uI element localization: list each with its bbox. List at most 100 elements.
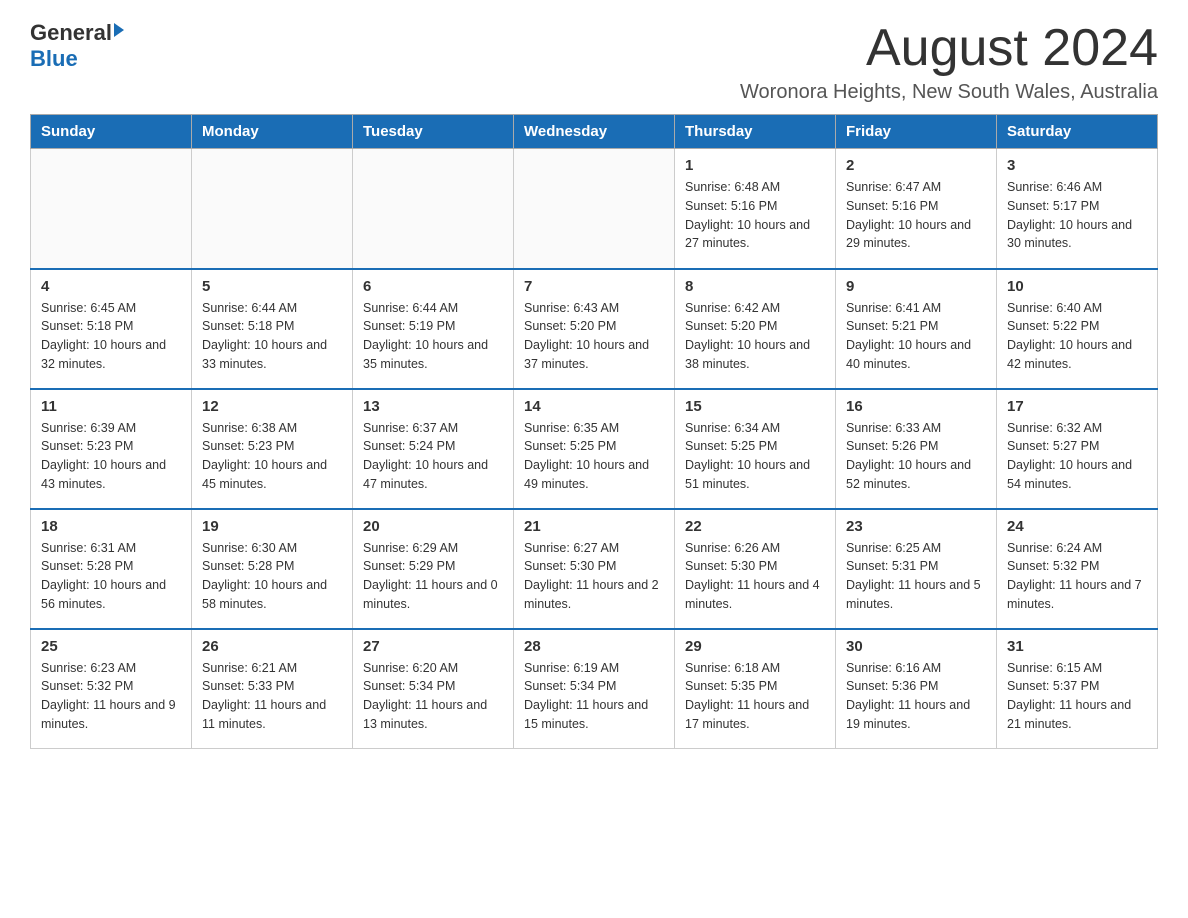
calendar-cell: 25Sunrise: 6:23 AMSunset: 5:32 PMDayligh… <box>31 629 192 749</box>
day-info: Sunrise: 6:20 AMSunset: 5:34 PMDaylight:… <box>363 659 503 734</box>
day-number: 11 <box>41 398 181 415</box>
day-number: 20 <box>363 518 503 535</box>
day-info: Sunrise: 6:31 AMSunset: 5:28 PMDaylight:… <box>41 539 181 614</box>
day-info: Sunrise: 6:27 AMSunset: 5:30 PMDaylight:… <box>524 539 664 614</box>
day-number: 16 <box>846 398 986 415</box>
day-number: 3 <box>1007 157 1147 174</box>
day-info: Sunrise: 6:40 AMSunset: 5:22 PMDaylight:… <box>1007 299 1147 374</box>
day-info: Sunrise: 6:41 AMSunset: 5:21 PMDaylight:… <box>846 299 986 374</box>
col-tuesday: Tuesday <box>353 115 514 149</box>
day-number: 6 <box>363 278 503 295</box>
calendar-cell: 11 Sunrise: 6:39 AMSunset: 5:23 PMDayligh… <box>31 389 192 509</box>
calendar-cell: 5Sunrise: 6:44 AMSunset: 5:18 PMDaylight… <box>192 269 353 389</box>
day-info: Sunrise: 6:47 AMSunset: 5:16 PMDaylight:… <box>846 178 986 253</box>
col-thursday: Thursday <box>675 115 836 149</box>
month-title: August 2024 <box>740 20 1158 77</box>
calendar-cell: 18 Sunrise: 6:31 AMSunset: 5:28 PMDayligh… <box>31 509 192 629</box>
day-number: 15 <box>685 398 825 415</box>
calendar-cell: 12Sunrise: 6:38 AMSunset: 5:23 PMDayligh… <box>192 389 353 509</box>
title-area: August 2024 Woronora Heights, New South … <box>740 20 1158 104</box>
calendar-cell: 7 Sunrise: 6:43 AMSunset: 5:20 PMDaylight… <box>514 269 675 389</box>
calendar-cell: 10 Sunrise: 6:40 AMSunset: 5:22 PMDayligh… <box>997 269 1158 389</box>
calendar-cell: 21 Sunrise: 6:27 AMSunset: 5:30 PMDayligh… <box>514 509 675 629</box>
day-info: Sunrise: 6:44 AMSunset: 5:19 PMDaylight:… <box>363 299 503 374</box>
day-info: Sunrise: 6:43 AMSunset: 5:20 PMDaylight:… <box>524 299 664 374</box>
day-number: 17 <box>1007 398 1147 415</box>
col-saturday: Saturday <box>997 115 1158 149</box>
calendar-cell: 14Sunrise: 6:35 AMSunset: 5:25 PMDayligh… <box>514 389 675 509</box>
day-info: Sunrise: 6:19 AMSunset: 5:34 PMDaylight:… <box>524 659 664 734</box>
day-info: Sunrise: 6:42 AMSunset: 5:20 PMDaylight:… <box>685 299 825 374</box>
day-number: 1 <box>685 157 825 174</box>
calendar-week-row: 25Sunrise: 6:23 AMSunset: 5:32 PMDayligh… <box>31 629 1158 749</box>
day-info: Sunrise: 6:29 AMSunset: 5:29 PMDaylight:… <box>363 539 503 614</box>
calendar-cell: 8 Sunrise: 6:42 AMSunset: 5:20 PMDaylight… <box>675 269 836 389</box>
page-header: General Blue August 2024 Woronora Height… <box>30 20 1158 104</box>
day-number: 26 <box>202 638 342 655</box>
day-number: 24 <box>1007 518 1147 535</box>
calendar-cell <box>31 149 192 269</box>
calendar-cell: 6 Sunrise: 6:44 AMSunset: 5:19 PMDaylight… <box>353 269 514 389</box>
day-number: 23 <box>846 518 986 535</box>
calendar-week-row: 1 Sunrise: 6:48 AMSunset: 5:16 PMDaylight… <box>31 149 1158 269</box>
calendar-cell: 31 Sunrise: 6:15 AMSunset: 5:37 PMDayligh… <box>997 629 1158 749</box>
day-info: Sunrise: 6:34 AMSunset: 5:25 PMDaylight:… <box>685 419 825 494</box>
day-info: Sunrise: 6:39 AMSunset: 5:23 PMDaylight:… <box>41 419 181 494</box>
calendar-week-row: 11 Sunrise: 6:39 AMSunset: 5:23 PMDayligh… <box>31 389 1158 509</box>
location-subtitle: Woronora Heights, New South Wales, Austr… <box>740 81 1158 104</box>
col-monday: Monday <box>192 115 353 149</box>
calendar-week-row: 18 Sunrise: 6:31 AMSunset: 5:28 PMDayligh… <box>31 509 1158 629</box>
day-number: 18 <box>41 518 181 535</box>
day-number: 13 <box>363 398 503 415</box>
logo-arrow-icon <box>114 23 124 37</box>
day-info: Sunrise: 6:35 AMSunset: 5:25 PMDaylight:… <box>524 419 664 494</box>
day-info: Sunrise: 6:16 AMSunset: 5:36 PMDaylight:… <box>846 659 986 734</box>
calendar-cell: 17 Sunrise: 6:32 AMSunset: 5:27 PMDayligh… <box>997 389 1158 509</box>
day-info: Sunrise: 6:37 AMSunset: 5:24 PMDaylight:… <box>363 419 503 494</box>
day-info: Sunrise: 6:32 AMSunset: 5:27 PMDaylight:… <box>1007 419 1147 494</box>
col-wednesday: Wednesday <box>514 115 675 149</box>
day-number: 31 <box>1007 638 1147 655</box>
calendar-cell: 22 Sunrise: 6:26 AMSunset: 5:30 PMDayligh… <box>675 509 836 629</box>
day-info: Sunrise: 6:21 AMSunset: 5:33 PMDaylight:… <box>202 659 342 734</box>
calendar-cell: 16Sunrise: 6:33 AMSunset: 5:26 PMDayligh… <box>836 389 997 509</box>
day-number: 7 <box>524 278 664 295</box>
calendar-cell: 27Sunrise: 6:20 AMSunset: 5:34 PMDayligh… <box>353 629 514 749</box>
calendar-cell: 19Sunrise: 6:30 AMSunset: 5:28 PMDayligh… <box>192 509 353 629</box>
day-info: Sunrise: 6:24 AMSunset: 5:32 PMDaylight:… <box>1007 539 1147 614</box>
day-info: Sunrise: 6:44 AMSunset: 5:18 PMDaylight:… <box>202 299 342 374</box>
calendar-cell: 30 Sunrise: 6:16 AMSunset: 5:36 PMDayligh… <box>836 629 997 749</box>
calendar-cell: 24 Sunrise: 6:24 AMSunset: 5:32 PMDayligh… <box>997 509 1158 629</box>
calendar-cell: 9 Sunrise: 6:41 AMSunset: 5:21 PMDaylight… <box>836 269 997 389</box>
day-info: Sunrise: 6:48 AMSunset: 5:16 PMDaylight:… <box>685 178 825 253</box>
calendar-cell: 26 Sunrise: 6:21 AMSunset: 5:33 PMDayligh… <box>192 629 353 749</box>
calendar-cell <box>192 149 353 269</box>
day-info: Sunrise: 6:45 AMSunset: 5:18 PMDaylight:… <box>41 299 181 374</box>
day-info: Sunrise: 6:26 AMSunset: 5:30 PMDaylight:… <box>685 539 825 614</box>
logo-general-text: General <box>30 20 112 46</box>
calendar-cell: 4Sunrise: 6:45 AMSunset: 5:18 PMDaylight… <box>31 269 192 389</box>
day-number: 30 <box>846 638 986 655</box>
calendar-cell: 15 Sunrise: 6:34 AMSunset: 5:25 PMDayligh… <box>675 389 836 509</box>
calendar-cell: 28Sunrise: 6:19 AMSunset: 5:34 PMDayligh… <box>514 629 675 749</box>
day-number: 25 <box>41 638 181 655</box>
calendar-cell <box>353 149 514 269</box>
col-sunday: Sunday <box>31 115 192 149</box>
day-number: 22 <box>685 518 825 535</box>
calendar-cell: 23Sunrise: 6:25 AMSunset: 5:31 PMDayligh… <box>836 509 997 629</box>
col-friday: Friday <box>836 115 997 149</box>
day-number: 10 <box>1007 278 1147 295</box>
calendar-cell: 3 Sunrise: 6:46 AMSunset: 5:17 PMDaylight… <box>997 149 1158 269</box>
day-info: Sunrise: 6:15 AMSunset: 5:37 PMDaylight:… <box>1007 659 1147 734</box>
calendar-cell: 29Sunrise: 6:18 AMSunset: 5:35 PMDayligh… <box>675 629 836 749</box>
calendar-cell: 20 Sunrise: 6:29 AMSunset: 5:29 PMDayligh… <box>353 509 514 629</box>
logo: General Blue <box>30 20 124 72</box>
day-number: 21 <box>524 518 664 535</box>
day-info: Sunrise: 6:30 AMSunset: 5:28 PMDaylight:… <box>202 539 342 614</box>
day-number: 2 <box>846 157 986 174</box>
day-number: 8 <box>685 278 825 295</box>
day-info: Sunrise: 6:46 AMSunset: 5:17 PMDaylight:… <box>1007 178 1147 253</box>
calendar-cell: 1 Sunrise: 6:48 AMSunset: 5:16 PMDaylight… <box>675 149 836 269</box>
calendar-cell: 13 Sunrise: 6:37 AMSunset: 5:24 PMDayligh… <box>353 389 514 509</box>
day-number: 9 <box>846 278 986 295</box>
